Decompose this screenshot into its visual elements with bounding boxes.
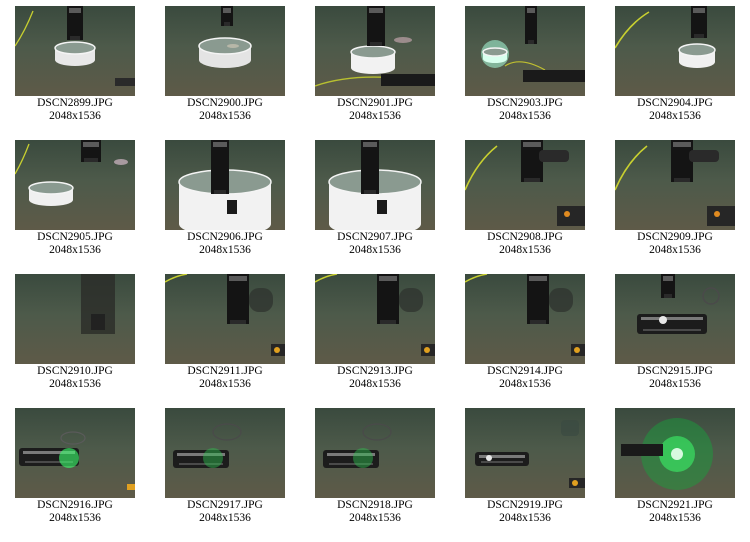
thumbnail-dimensions: 2048x1536	[349, 512, 401, 524]
thumbnail-dimensions: 2048x1536	[199, 512, 251, 524]
thumbnail-item[interactable]: DSCN2900.JPG 2048x1536	[150, 0, 300, 134]
thumbnail-dimensions: 2048x1536	[649, 244, 701, 256]
thumbnail-image[interactable]	[15, 6, 135, 96]
thumbnail-filename: DSCN2915.JPG	[637, 365, 713, 377]
thumbnail-item[interactable]: DSCN2913.JPG 2048x1536	[300, 268, 450, 402]
thumbnail-dimensions: 2048x1536	[499, 244, 551, 256]
thumbnail-item[interactable]: DSCN2915.JPG 2048x1536	[600, 268, 750, 402]
thumbnail-image[interactable]	[315, 6, 435, 96]
thumbnail-image[interactable]	[15, 408, 135, 498]
thumbnail-image[interactable]	[165, 274, 285, 364]
thumbnail-image[interactable]	[165, 6, 285, 96]
thumbnail-dimensions: 2048x1536	[49, 110, 101, 122]
thumbnail-filename: DSCN2903.JPG	[487, 97, 563, 109]
thumbnail-filename: DSCN2919.JPG	[487, 499, 563, 511]
thumbnail-item[interactable]: DSCN2904.JPG 2048x1536	[600, 0, 750, 134]
thumbnail-filename: DSCN2904.JPG	[637, 97, 713, 109]
thumbnail-filename: DSCN2918.JPG	[337, 499, 413, 511]
thumbnail-filename: DSCN2899.JPG	[37, 97, 113, 109]
thumbnail-image[interactable]	[15, 140, 135, 230]
thumbnail-image[interactable]	[615, 408, 735, 498]
thumbnail-item[interactable]: DSCN2906.JPG 2048x1536	[150, 134, 300, 268]
thumbnail-filename: DSCN2921.JPG	[637, 499, 713, 511]
thumbnail-image[interactable]	[315, 140, 435, 230]
thumbnail-dimensions: 2048x1536	[349, 378, 401, 390]
thumbnail-image[interactable]	[465, 6, 585, 96]
thumbnail-image[interactable]	[15, 274, 135, 364]
thumbnail-dimensions: 2048x1536	[499, 512, 551, 524]
thumbnail-dimensions: 2048x1536	[649, 110, 701, 122]
thumbnail-filename: DSCN2911.JPG	[187, 365, 263, 377]
thumbnail-item[interactable]: DSCN2910.JPG 2048x1536	[0, 268, 150, 402]
thumbnail-filename: DSCN2906.JPG	[187, 231, 263, 243]
thumbnail-item[interactable]: DSCN2903.JPG 2048x1536	[450, 0, 600, 134]
thumbnail-gallery: DSCN2899.JPG 2048x1536 DSCN2900.JPG 2048x15…	[0, 0, 750, 542]
thumbnail-filename: DSCN2913.JPG	[337, 365, 413, 377]
thumbnail-image[interactable]	[465, 274, 585, 364]
thumbnail-dimensions: 2048x1536	[499, 378, 551, 390]
thumbnail-image[interactable]	[165, 140, 285, 230]
thumbnail-filename: DSCN2917.JPG	[187, 499, 263, 511]
thumbnail-filename: DSCN2910.JPG	[37, 365, 113, 377]
thumbnail-item[interactable]: DSCN2914.JPG 2048x1536	[450, 268, 600, 402]
thumbnail-dimensions: 2048x1536	[199, 378, 251, 390]
thumbnail-dimensions: 2048x1536	[199, 110, 251, 122]
thumbnail-dimensions: 2048x1536	[199, 244, 251, 256]
thumbnail-filename: DSCN2909.JPG	[637, 231, 713, 243]
thumbnail-image[interactable]	[615, 140, 735, 230]
thumbnail-image[interactable]	[465, 408, 585, 498]
thumbnail-item[interactable]: DSCN2917.JPG 2048x1536	[150, 402, 300, 536]
thumbnail-item[interactable]: DSCN2905.JPG 2048x1536	[0, 134, 150, 268]
thumbnail-filename: DSCN2900.JPG	[187, 97, 263, 109]
thumbnail-filename: DSCN2916.JPG	[37, 499, 113, 511]
thumbnail-item[interactable]: DSCN2911.JPG 2048x1536	[150, 268, 300, 402]
thumbnail-item[interactable]: DSCN2909.JPG 2048x1536	[600, 134, 750, 268]
thumbnail-filename: DSCN2901.JPG	[337, 97, 413, 109]
thumbnail-image[interactable]	[465, 140, 585, 230]
thumbnail-image[interactable]	[615, 274, 735, 364]
thumbnail-item[interactable]: DSCN2921.JPG 2048x1536	[600, 402, 750, 536]
thumbnail-filename: DSCN2908.JPG	[487, 231, 563, 243]
thumbnail-dimensions: 2048x1536	[649, 378, 701, 390]
thumbnail-item[interactable]: DSCN2918.JPG 2048x1536	[300, 402, 450, 536]
thumbnail-image[interactable]	[165, 408, 285, 498]
thumbnail-dimensions: 2048x1536	[49, 512, 101, 524]
thumbnail-item[interactable]: DSCN2901.JPG 2048x1536	[300, 0, 450, 134]
thumbnail-image[interactable]	[315, 408, 435, 498]
thumbnail-item[interactable]: DSCN2907.JPG 2048x1536	[300, 134, 450, 268]
thumbnail-image[interactable]	[315, 274, 435, 364]
thumbnail-dimensions: 2048x1536	[49, 378, 101, 390]
thumbnail-dimensions: 2048x1536	[49, 244, 101, 256]
thumbnail-item[interactable]: DSCN2908.JPG 2048x1536	[450, 134, 600, 268]
thumbnail-filename: DSCN2914.JPG	[487, 365, 563, 377]
thumbnail-filename: DSCN2907.JPG	[337, 231, 413, 243]
thumbnail-image[interactable]	[615, 6, 735, 96]
thumbnail-dimensions: 2048x1536	[349, 244, 401, 256]
thumbnail-item[interactable]: DSCN2916.JPG 2048x1536	[0, 402, 150, 536]
thumbnail-item[interactable]: DSCN2899.JPG 2048x1536	[0, 0, 150, 134]
thumbnail-item[interactable]: DSCN2919.JPG 2048x1536	[450, 402, 600, 536]
thumbnail-dimensions: 2048x1536	[499, 110, 551, 122]
thumbnail-dimensions: 2048x1536	[649, 512, 701, 524]
thumbnail-dimensions: 2048x1536	[349, 110, 401, 122]
thumbnail-filename: DSCN2905.JPG	[37, 231, 113, 243]
